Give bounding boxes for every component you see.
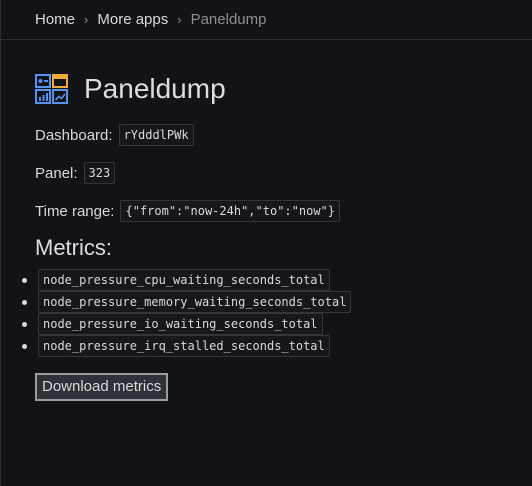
list-item: node_pressure_memory_waiting_seconds_tot… xyxy=(22,291,532,313)
metric-name: node_pressure_cpu_waiting_seconds_total xyxy=(38,269,330,291)
time-range-label: Time range: xyxy=(35,202,115,220)
breadcrumb-current: Paneldump xyxy=(190,11,267,28)
metrics-list: node_pressure_cpu_waiting_seconds_total … xyxy=(22,269,532,357)
paneldump-app-icon xyxy=(35,74,69,104)
panel-field: Panel: 323 xyxy=(35,162,532,184)
metric-name: node_pressure_io_waiting_seconds_total xyxy=(38,313,323,335)
time-range-value: {"from":"now-24h","to":"now"} xyxy=(120,200,340,222)
breadcrumb-separator-icon: › xyxy=(84,12,89,27)
page-title: Paneldump xyxy=(84,73,226,104)
metrics-heading: Metrics: xyxy=(35,235,112,260)
list-item: node_pressure_irq_stalled_seconds_total xyxy=(22,335,532,357)
panel-label: Panel: xyxy=(35,164,78,182)
list-item: node_pressure_io_waiting_seconds_total xyxy=(22,313,532,335)
dashboard-label: Dashboard: xyxy=(35,126,113,144)
list-item: node_pressure_cpu_waiting_seconds_total xyxy=(22,269,532,291)
breadcrumb: Home › More apps › Paneldump xyxy=(1,0,532,40)
app-frame: Home › More apps › Paneldump Paneldump D… xyxy=(0,0,532,486)
panel-value: 323 xyxy=(83,162,116,184)
breadcrumb-separator-icon: › xyxy=(177,12,182,27)
dashboard-value: rYdddlPWk xyxy=(118,124,194,146)
dashboard-field: Dashboard: rYdddlPWk xyxy=(35,124,532,146)
metric-name: node_pressure_memory_waiting_seconds_tot… xyxy=(38,291,352,313)
main-content: Paneldump Dashboard: rYdddlPWk Panel: 32… xyxy=(1,71,532,401)
page-header: Paneldump xyxy=(35,71,532,107)
breadcrumb-more-apps-link[interactable]: More apps xyxy=(97,11,168,28)
metric-name: node_pressure_irq_stalled_seconds_total xyxy=(38,335,330,357)
time-range-field: Time range: {"from":"now-24h","to":"now"… xyxy=(35,200,532,222)
breadcrumb-home-link[interactable]: Home xyxy=(35,11,75,28)
download-metrics-button[interactable]: Download metrics xyxy=(35,373,169,401)
